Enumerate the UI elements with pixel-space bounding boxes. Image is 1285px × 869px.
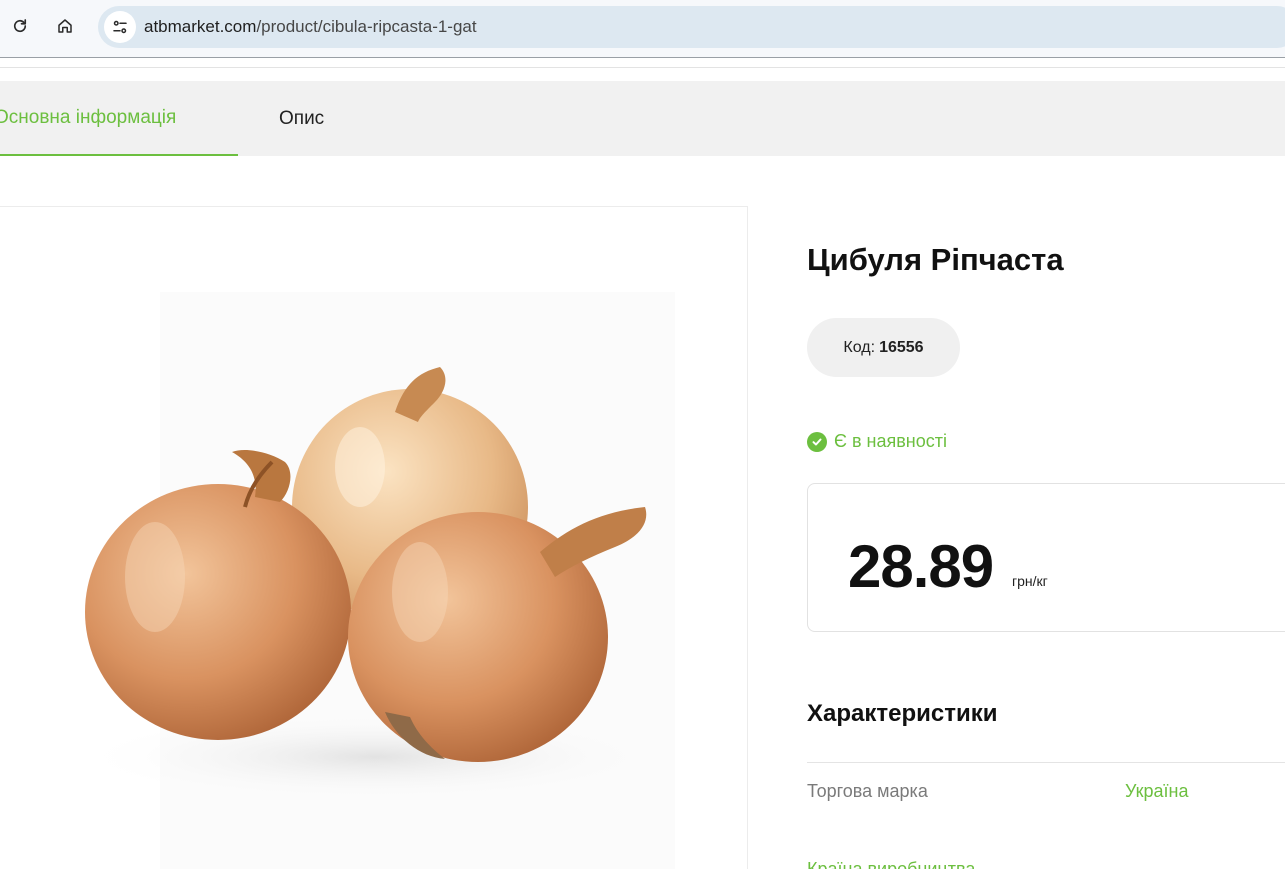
tab-main-info-label: Основна інформація [0,106,177,128]
price-box: 28.89 грн/кг [807,483,1285,632]
page-top-strip [0,58,1285,68]
url-text: atbmarket.com/product/cibula-ripcasta-1-… [144,17,477,37]
tab-description[interactable]: Опис [279,81,324,156]
check-circle-icon [807,431,827,452]
reload-icon[interactable] [6,12,34,40]
specs-divider [807,762,1285,763]
stock-status-text: Є в наявності [834,431,947,451]
spec-label-country-partial: Країна виробництва [807,859,976,869]
price-unit: грн/кг [1012,573,1048,589]
product-code-badge: Код: 16556 [807,318,960,377]
product-code-label: Код: [843,338,876,356]
home-icon[interactable] [51,12,79,40]
url-path: /product/cibula-ripcasta-1-gat [256,17,477,36]
specs-title: Характеристики [807,700,998,727]
price-value: 28.89 [848,533,994,600]
url-domain: atbmarket.com [144,17,257,36]
stock-status: Є в наявності [807,431,947,452]
address-bar[interactable]: atbmarket.com/product/cibula-ripcasta-1-… [98,6,1285,48]
product-image [0,206,748,869]
onions-illustration [75,292,675,869]
site-settings-icon[interactable] [104,11,136,43]
product-title: Цибуля Ріпчаста [807,242,1064,277]
product-tabs: Основна інформація Опис [0,81,1285,156]
product-code-value: 16556 [879,338,924,356]
browser-toolbar: atbmarket.com/product/cibula-ripcasta-1-… [0,0,1285,58]
tab-main-info[interactable]: Основна інформація [0,81,238,156]
tab-description-label: Опис [279,107,325,129]
spec-label-brand: Торгова марка [807,781,928,801]
spec-value-brand[interactable]: Україна [1125,781,1188,802]
